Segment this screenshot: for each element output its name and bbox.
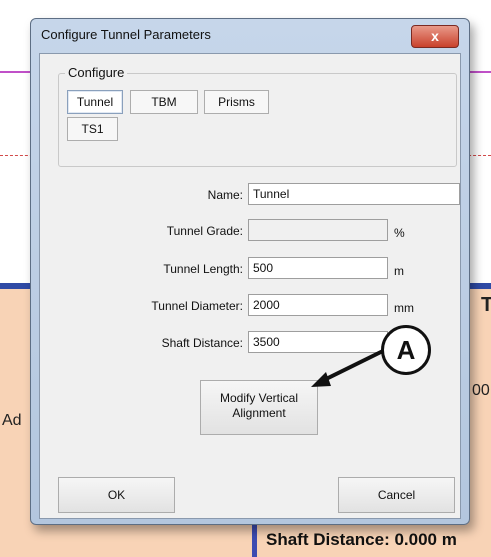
callout-a-marker: A: [381, 325, 431, 375]
callout-arrow: [311, 346, 390, 387]
